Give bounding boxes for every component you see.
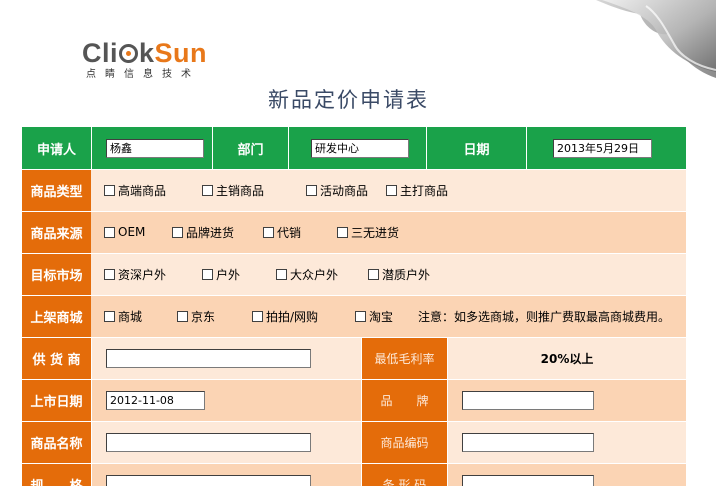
date-label: 日期 [426,127,526,169]
product-name-row: 商品名称 商品编码 [22,421,686,463]
checkbox-icon[interactable] [368,268,379,280]
dept-cell: 研发中心 [288,127,426,169]
supplier-row: 供 货 商 最低毛利率 20%以上 [22,337,686,379]
logo-mouse-icon [119,44,139,63]
row-divider [22,169,686,170]
barcode-cell [447,463,686,486]
launch-row: 上市日期 2012-11-08 品 牌 [22,379,686,421]
listing-mall-label: 上架商城 [22,295,91,337]
checkbox-icon[interactable] [306,184,317,196]
launch-date-cell: 2012-11-08 [91,379,361,421]
row-divider [22,295,686,296]
row-divider [22,421,686,422]
listing-mall-option[interactable]: 淘宝 [355,295,393,337]
brand-input[interactable] [462,390,594,410]
brand-cell [447,379,686,421]
target-market-option[interactable]: 户外 [202,253,240,295]
checkbox-icon[interactable] [172,226,183,238]
product-type-label: 商品类型 [22,169,91,211]
launch-date-input[interactable]: 2012-11-08 [106,390,205,410]
supplier-label: 供 货 商 [22,337,91,379]
checkbox-icon[interactable] [177,310,188,322]
checkbox-icon[interactable] [386,184,397,196]
product-source-row: 商品来源 OEM 品牌进货 代销 三无进货 [22,211,686,253]
target-market-option[interactable]: 资深户外 [104,253,166,295]
barcode-input[interactable] [462,474,594,486]
logo-subtitle: 点睛信息技术 [86,69,200,80]
min-margin-label: 最低毛利率 [361,337,447,379]
product-type-row: 商品类型 高端商品 主销商品 活动商品 主打商品 [22,169,686,211]
product-name-label: 商品名称 [22,421,91,463]
target-market-row: 目标市场 资深户外 户外 大众户外 潜质户外 [22,253,686,295]
target-market-option[interactable]: 大众户外 [276,253,338,295]
product-type-option[interactable]: 高端商品 [104,169,166,211]
target-market-label: 目标市场 [22,253,91,295]
checkbox-icon[interactable] [104,184,115,196]
supplier-input[interactable] [106,348,311,368]
listing-mall-note: 注意：如多选商城，则推广费取最高商城费用。 [418,309,671,324]
checkbox-icon[interactable] [252,310,263,322]
brand-label: 品 牌 [361,379,447,421]
product-source-label: 商品来源 [22,211,91,253]
product-code-cell [447,421,686,463]
listing-mall-option[interactable]: 商城 [104,295,142,337]
checkbox-icon[interactable] [276,268,287,280]
spec-label: 规 格 [22,463,91,486]
supplier-cell [91,337,361,379]
product-source-option[interactable]: 代销 [263,211,301,253]
listing-mall-option[interactable]: 拍拍/网购 [252,295,318,337]
product-type-option[interactable]: 主销商品 [202,169,264,211]
logo-text-k: k [139,38,155,68]
spec-input[interactable] [106,474,311,486]
product-type-option[interactable]: 主打商品 [386,169,448,211]
applicant-cell: 杨鑫 [91,127,212,169]
logo-text-cli: Cli [82,38,119,68]
row-divider [22,379,686,380]
product-source-option[interactable]: OEM [104,211,145,253]
applicant-input[interactable]: 杨鑫 [106,138,204,158]
checkbox-icon[interactable] [104,226,115,238]
launch-date-label: 上市日期 [22,379,91,421]
spec-cell [91,463,361,486]
page-curl-decoration [596,0,716,78]
row-divider [22,463,686,464]
product-name-cell [91,421,361,463]
clicksun-logo: Cli kSun 点睛信息技术 [82,38,207,82]
min-margin-value: 20%以上 [447,337,686,379]
dept-label: 部门 [212,127,288,169]
product-name-input[interactable] [106,432,311,452]
dept-input[interactable]: 研发中心 [311,138,409,158]
checkbox-icon[interactable] [202,268,213,280]
applicant-label: 申请人 [36,142,76,158]
listing-mall-row: 上架商城 商城 京东 拍拍/网购 淘宝 注意：如多选商城，则推广费取最高商城费用… [22,295,686,337]
checkbox-icon[interactable] [104,268,115,280]
logo-text-sun: Sun [154,38,208,68]
product-code-label: 商品编码 [361,421,447,463]
checkbox-icon[interactable] [337,226,348,238]
product-source-option[interactable]: 品牌进货 [172,211,234,253]
row-divider [22,253,686,254]
barcode-label: 条 形 码 [361,463,447,486]
target-market-option[interactable]: 潜质户外 [368,253,430,295]
product-type-option[interactable]: 活动商品 [306,169,368,211]
product-source-option[interactable]: 三无进货 [337,211,399,253]
date-input[interactable]: 2013年5月29日 [553,138,652,158]
checkbox-icon[interactable] [263,226,274,238]
row-divider [22,211,686,212]
listing-mall-option[interactable]: 京东 [177,295,215,337]
checkbox-icon[interactable] [104,310,115,322]
date-cell: 2013年5月29日 [526,127,686,169]
applicant-row: 申请人 杨鑫 部门 研发中心 日期 2013年5月29日 [22,127,686,169]
page-title: 新品定价申请表 [268,88,429,112]
product-code-input[interactable] [462,432,594,452]
spec-row: 规 格 条 形 码 [22,463,686,486]
checkbox-icon[interactable] [355,310,366,322]
row-divider [22,337,686,338]
page: Cli kSun 点睛信息技术 新品定价申请表 申请人 杨鑫 部门 研发中心 日期… [0,0,716,486]
checkbox-icon[interactable] [202,184,213,196]
